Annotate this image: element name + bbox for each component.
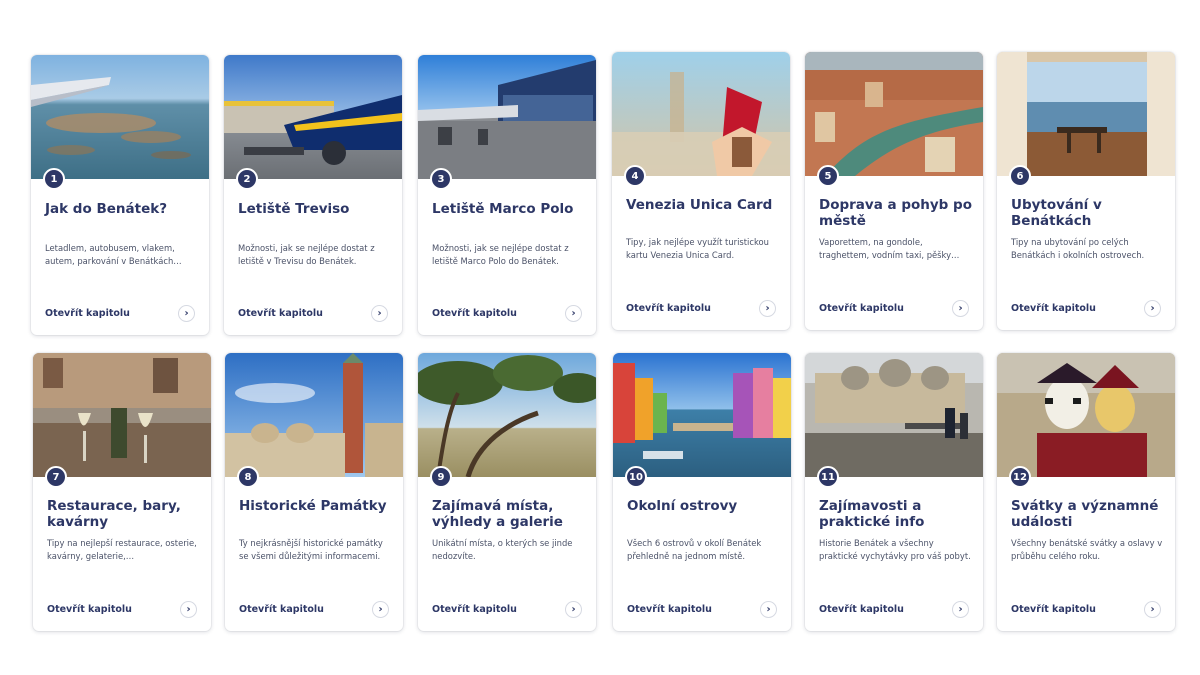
card-image[interactable] [418,353,596,477]
chapter-card[interactable]: 9 Zajímavá místa, výhledy a galerie Unik… [418,353,596,631]
chapter-number-badge: 3 [430,168,452,190]
card-title[interactable]: Ubytování v Benátkách [1011,197,1165,229]
open-chapter-link[interactable]: Otevřít kapitolu [1011,604,1096,615]
card-image[interactable] [418,55,596,179]
chapter-card[interactable]: 12 Svátky a významné události Všechny be… [997,353,1175,631]
card-title[interactable]: Zajímavá místa, výhledy a galerie [432,498,586,530]
chapter-number-badge: 1 [43,168,65,190]
open-chapter-link[interactable]: Otevřít kapitolu [1011,303,1096,314]
open-chapter-link[interactable]: Otevřít kapitolu [239,604,324,615]
card-title[interactable]: Historické Památky [239,498,393,514]
chapter-number-badge: 12 [1009,466,1031,488]
card-description: Ty nejkrásnější historické památky se vš… [239,538,383,561]
chevron-right-icon[interactable]: › [952,601,969,618]
chapter-number-badge: 9 [430,466,452,488]
card-description: Historie Benátek a všechny praktické vyc… [819,538,971,561]
chevron-right-icon[interactable]: › [1144,300,1161,317]
card-description: Letadlem, autobusem, vlakem, autem, park… [45,243,182,266]
open-chapter-link[interactable]: Otevřít kapitolu [819,303,904,314]
card-description: Vaporettem, na gondole, traghettem, vodn… [819,237,960,260]
open-chapter-link[interactable]: Otevřít kapitolu [432,308,517,319]
chapter-card[interactable]: 8 Historické Památky Ty nejkrásnější his… [225,353,403,631]
card-description: Tipy, jak nejlépe využít turistickou kar… [626,237,769,260]
chapter-card[interactable]: 4 Venezia Unica Card Tipy, jak nejlépe v… [612,52,790,330]
card-image[interactable] [225,353,403,477]
chevron-right-icon[interactable]: › [1144,601,1161,618]
chevron-right-icon[interactable]: › [565,305,582,322]
chapter-card[interactable]: 10 Okolní ostrovy Všech 6 ostrovů v okol… [613,353,791,631]
card-title[interactable]: Jak do Benátek? [45,201,199,217]
chapter-number-badge: 8 [237,466,259,488]
card-image[interactable] [612,52,790,176]
card-description: Možnosti, jak se nejlépe dostat z letišt… [238,243,375,266]
card-image[interactable] [224,55,402,179]
chapter-number-badge: 6 [1009,165,1031,187]
open-chapter-link[interactable]: Otevřít kapitolu [626,303,711,314]
chapter-card[interactable]: 11 Zajímavosti a praktické info Historie… [805,353,983,631]
open-chapter-link[interactable]: Otevřít kapitolu [47,604,132,615]
chapter-card[interactable]: 7 Restaurace, bary, kavárny Tipy na nejl… [33,353,211,631]
chapter-number-badge: 4 [624,165,646,187]
card-title[interactable]: Venezia Unica Card [626,197,780,213]
chevron-right-icon[interactable]: › [372,601,389,618]
open-chapter-link[interactable]: Otevřít kapitolu [627,604,712,615]
chevron-right-icon[interactable]: › [565,601,582,618]
card-description: Možnosti, jak se nejlépe dostat z letišt… [432,243,569,266]
open-chapter-link[interactable]: Otevřít kapitolu [819,604,904,615]
chapter-card[interactable]: 2 Letiště Treviso Možnosti, jak se nejlé… [224,55,402,335]
card-title[interactable]: Zajímavosti a praktické info [819,498,973,530]
card-image[interactable] [805,52,983,176]
card-title[interactable]: Restaurace, bary, kavárny [47,498,201,530]
card-title[interactable]: Okolní ostrovy [627,498,781,514]
chevron-right-icon[interactable]: › [760,601,777,618]
chevron-right-icon[interactable]: › [952,300,969,317]
open-chapter-link[interactable]: Otevřít kapitolu [45,308,130,319]
chapter-card[interactable]: 6 Ubytování v Benátkách Tipy na ubytován… [997,52,1175,330]
chapter-number-badge: 10 [625,466,647,488]
card-description: Unikátní místa, o kterých se jinde nedoz… [432,538,573,561]
card-image[interactable] [613,353,791,477]
chevron-right-icon[interactable]: › [178,305,195,322]
card-title[interactable]: Letiště Marco Polo [432,201,586,217]
chapter-number-badge: 7 [45,466,67,488]
chevron-right-icon[interactable]: › [371,305,388,322]
chevron-right-icon[interactable]: › [180,601,197,618]
card-description: Tipy na nejlepší restaurace, osterie, ka… [47,538,197,561]
chevron-right-icon[interactable]: › [759,300,776,317]
card-image[interactable] [33,353,211,477]
card-title[interactable]: Doprava a pohyb po městě [819,197,973,229]
card-description: Všechny benátské svátky a oslavy v průbě… [1011,538,1163,561]
chapter-card[interactable]: 1 Jak do Benátek? Letadlem, autobusem, v… [31,55,209,335]
card-image[interactable] [997,52,1175,176]
card-title[interactable]: Svátky a významné události [1011,498,1165,530]
chapter-number-badge: 11 [817,466,839,488]
chapter-card[interactable]: 3 Letiště Marco Polo Možnosti, jak se ne… [418,55,596,335]
card-image[interactable] [31,55,209,179]
chapter-number-badge: 5 [817,165,839,187]
card-image[interactable] [805,353,983,477]
open-chapter-link[interactable]: Otevřít kapitolu [432,604,517,615]
card-image[interactable] [997,353,1175,477]
card-description: Tipy na ubytování po celých Benátkách i … [1011,237,1145,260]
card-title[interactable]: Letiště Treviso [238,201,392,217]
chapter-number-badge: 2 [236,168,258,190]
card-description: Všech 6 ostrovů v okolí Benátek přehledn… [627,538,762,561]
open-chapter-link[interactable]: Otevřít kapitolu [238,308,323,319]
chapter-card[interactable]: 5 Doprava a pohyb po městě Vaporettem, n… [805,52,983,330]
